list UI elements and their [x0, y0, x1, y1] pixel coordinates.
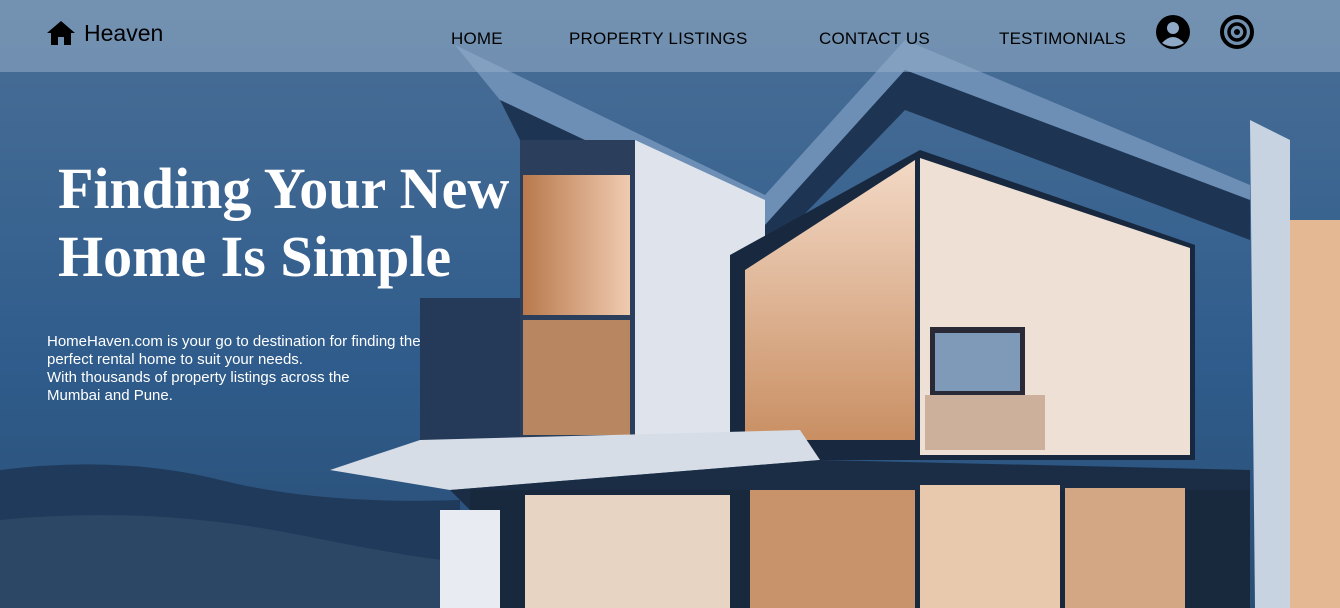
hero-background-house-image: [0, 0, 1340, 608]
home-icon: [47, 21, 75, 45]
hero-description-line: HomeHaven.com is your go to destination …: [47, 333, 421, 350]
hero-headline: Finding Your New Home Is Simple: [58, 155, 558, 291]
hero-description-line: With thousands of property listings acro…: [47, 369, 350, 386]
logo[interactable]: Heaven: [46, 19, 163, 47]
top-navbar: Heaven HOME PROPERTY LISTINGS CONTACT US…: [0, 0, 1340, 72]
user-circle-icon[interactable]: [1155, 14, 1191, 50]
hero-headline-line2: Home Is Simple: [58, 224, 452, 289]
nav-link-contact-us[interactable]: CONTACT US: [819, 29, 930, 49]
target-icon[interactable]: [1219, 14, 1255, 50]
logo-text: Heaven: [84, 19, 164, 46]
nav-link-testimonials[interactable]: TESTIMONIALS: [999, 29, 1126, 49]
nav-link-property-listings[interactable]: PROPERTY LISTINGS: [569, 29, 748, 49]
hero-headline-line1: Finding Your New: [58, 156, 510, 221]
hero-description: HomeHaven.com is your go to destination …: [47, 333, 457, 405]
hero-description-line: Mumbai and Pune.: [47, 387, 173, 404]
nav-link-home[interactable]: HOME: [451, 29, 503, 49]
hero-section: [0, 0, 1340, 608]
hero-description-line: perfect rental home to suit your needs.: [47, 351, 303, 368]
